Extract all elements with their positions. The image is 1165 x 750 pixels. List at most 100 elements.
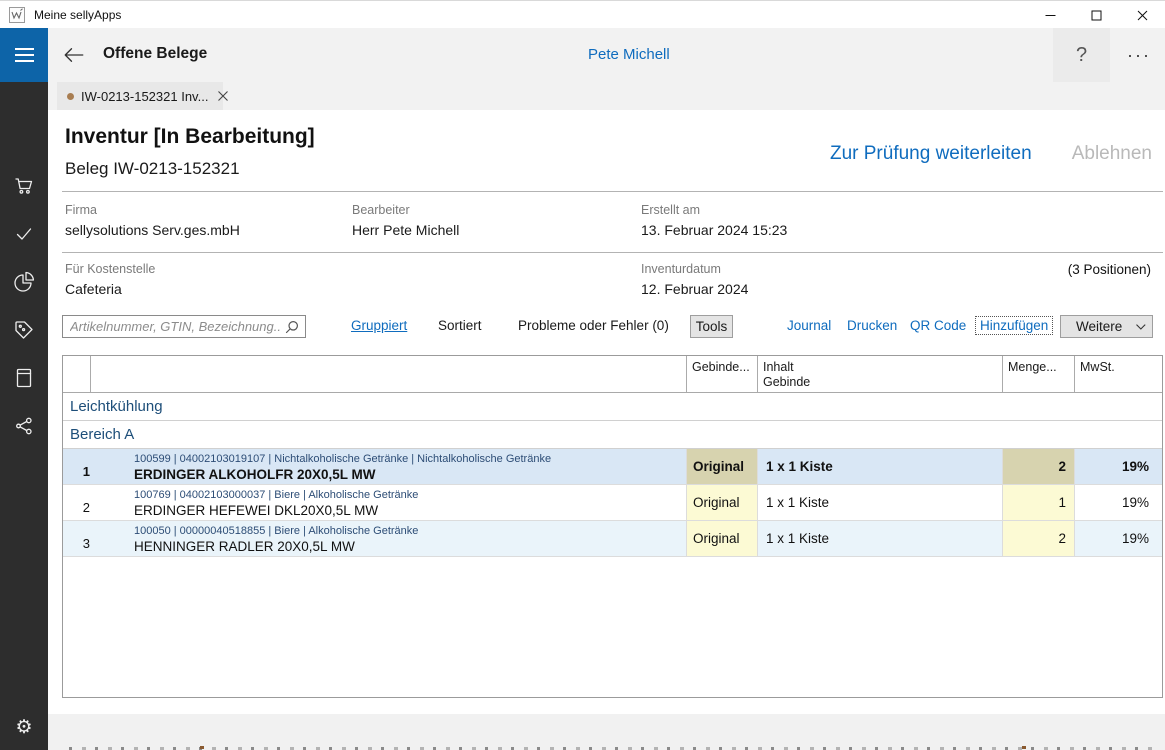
clipped-dot xyxy=(1022,746,1026,749)
add-link[interactable]: Hinzufügen xyxy=(975,316,1053,335)
app-header: Offene Belege Pete Michell ? ··· xyxy=(0,28,1165,82)
positions-count: (3 Positionen) xyxy=(1068,262,1151,277)
inhalt-cell: 1 x 1 Kiste xyxy=(758,449,1003,484)
gebinde-cell[interactable]: Original xyxy=(687,449,758,484)
sidebar-item-articles[interactable] xyxy=(0,310,48,350)
close-button[interactable] xyxy=(1119,1,1165,29)
tab-close-icon[interactable] xyxy=(218,91,228,101)
problems-toggle[interactable]: Probleme oder Fehler (0) xyxy=(518,318,669,333)
sidebar-item-share[interactable] xyxy=(0,406,48,446)
article-meta: 100050 | 00000040518855 | Biere | Alkoho… xyxy=(134,524,686,538)
print-link[interactable]: Drucken xyxy=(847,318,897,333)
article-meta: 100769 | 04002103000037 | Biere | Alkoho… xyxy=(134,488,686,502)
menge-cell[interactable]: 1 xyxy=(1003,485,1075,520)
main-content: Inventur [In Bearbeitung] Beleg IW-0213-… xyxy=(48,110,1165,714)
help-button[interactable]: ? xyxy=(1053,28,1110,82)
bottom-strip xyxy=(48,714,1165,750)
article-name: ERDINGER HEFEWEI DKL20X0,5L MW xyxy=(134,502,686,519)
table-row[interactable]: 2 100769 | 04002103000037 | Biere | Alko… xyxy=(63,485,1162,521)
maximize-icon xyxy=(1091,10,1102,21)
article-name: ERDINGER ALKOHOLFR 20X0,5L MW xyxy=(134,466,686,483)
hamburger-icon xyxy=(15,48,34,50)
forward-for-review-link[interactable]: Zur Prüfung weiterleiten xyxy=(830,143,1032,165)
document-subtitle: Beleg IW-0213-152321 xyxy=(65,159,240,179)
check-icon xyxy=(12,222,36,246)
menge-cell[interactable]: 2 xyxy=(1003,449,1075,484)
field-label-kostenstelle: Für Kostenstelle xyxy=(65,262,155,276)
mwst-cell: 19% xyxy=(1075,449,1162,484)
gebinde-cell[interactable]: Original xyxy=(687,521,758,556)
row-index: 3 xyxy=(63,521,91,556)
back-arrow-icon xyxy=(64,46,84,64)
positions-table: Gebinde... Inhalt Gebinde Menge... MwSt.… xyxy=(62,355,1163,698)
document-actions: Zur Prüfung weiterleiten Ablehnen xyxy=(830,143,1152,165)
row-description: 100599 | 04002103019107 | Nichtalkoholis… xyxy=(91,449,687,484)
field-value-firma: sellysolutions Serv.ges.mbH xyxy=(65,222,240,238)
hamburger-menu-button[interactable] xyxy=(0,28,48,82)
document-title: Inventur [In Bearbeitung] xyxy=(65,125,315,149)
document-tab[interactable]: IW-0213-152321 Inv... xyxy=(57,82,223,110)
sidebar-item-cart[interactable] xyxy=(0,166,48,206)
sidebar-item-tasks[interactable] xyxy=(0,214,48,254)
tools-button[interactable]: Tools xyxy=(690,315,733,338)
field-label-firma: Firma xyxy=(65,203,97,217)
sidebar-item-documents[interactable] xyxy=(0,358,48,398)
mwst-cell: 19% xyxy=(1075,485,1162,520)
gebinde-cell[interactable]: Original xyxy=(687,485,758,520)
group-row-bereich-a[interactable]: Bereich A xyxy=(63,421,1162,449)
window-controls xyxy=(1027,1,1165,29)
qr-code-link[interactable]: QR Code xyxy=(910,318,966,333)
close-icon xyxy=(1137,10,1148,21)
grouped-toggle[interactable]: Gruppiert xyxy=(351,318,407,333)
app-logo-icon xyxy=(9,7,25,23)
back-button[interactable] xyxy=(58,40,90,70)
field-label-erstellt-am: Erstellt am xyxy=(641,203,700,217)
reject-link[interactable]: Ablehnen xyxy=(1072,143,1152,165)
pie-chart-icon xyxy=(12,270,36,294)
tab-strip: IW-0213-152321 Inv... xyxy=(48,82,1165,110)
minimize-button[interactable] xyxy=(1027,1,1073,29)
search-icon[interactable] xyxy=(285,320,299,334)
app-window: Meine sellyApps Offene Belege Pete Miche… xyxy=(0,0,1165,750)
col-index xyxy=(63,356,91,392)
col-description xyxy=(91,356,687,392)
share-network-icon xyxy=(12,414,36,438)
table-row[interactable]: 1 100599 | 04002103019107 | Nichtalkohol… xyxy=(63,449,1162,485)
row-description: 100050 | 00000040518855 | Biere | Alkoho… xyxy=(91,521,687,556)
search-input[interactable] xyxy=(63,319,285,334)
book-icon xyxy=(12,366,36,390)
gear-icon: ⚙ xyxy=(15,718,32,737)
toolbar: Gruppiert Sortiert Probleme oder Fehler … xyxy=(48,315,1165,339)
group-row-leichtkuehlung[interactable]: Leichtkühlung xyxy=(63,393,1162,421)
row-description: 100769 | 04002103000037 | Biere | Alkoho… xyxy=(91,485,687,520)
divider xyxy=(62,191,1163,192)
row-index: 1 xyxy=(63,449,91,484)
menge-cell[interactable]: 2 xyxy=(1003,521,1075,556)
field-value-bearbeiter: Herr Pete Michell xyxy=(352,222,459,238)
field-label-bearbeiter: Bearbeiter xyxy=(352,203,410,217)
clipped-dot xyxy=(200,746,204,749)
field-value-inventurdatum: 12. Februar 2024 xyxy=(641,281,748,297)
user-name[interactable]: Pete Michell xyxy=(588,46,670,63)
sidebar-item-settings[interactable]: ⚙ xyxy=(0,707,48,747)
header-more-button[interactable]: ··· xyxy=(1113,28,1165,82)
minimize-icon xyxy=(1045,10,1056,21)
col-menge: Menge... xyxy=(1003,356,1075,392)
field-label-inventurdatum: Inventurdatum xyxy=(641,262,721,276)
sidebar: ⚙ xyxy=(0,82,48,750)
article-meta: 100599 | 04002103019107 | Nichtalkoholis… xyxy=(134,452,686,466)
table-row[interactable]: 3 100050 | 00000040518855 | Biere | Alko… xyxy=(63,521,1162,557)
maximize-button[interactable] xyxy=(1073,1,1119,29)
chevron-down-icon xyxy=(1136,324,1146,330)
sorted-toggle[interactable]: Sortiert xyxy=(438,318,482,333)
journal-link[interactable]: Journal xyxy=(787,318,831,333)
mwst-cell: 19% xyxy=(1075,521,1162,556)
inhalt-cell: 1 x 1 Kiste xyxy=(758,485,1003,520)
page-title: Offene Belege xyxy=(103,45,207,63)
sidebar-item-reports[interactable] xyxy=(0,262,48,302)
col-gebinde: Gebinde... xyxy=(687,356,758,392)
tag-icon xyxy=(12,318,36,342)
more-dropdown-button[interactable]: Weitere xyxy=(1060,315,1153,338)
article-name: HENNINGER RADLER 20X0,5L MW xyxy=(134,538,686,555)
search-box xyxy=(62,315,306,338)
